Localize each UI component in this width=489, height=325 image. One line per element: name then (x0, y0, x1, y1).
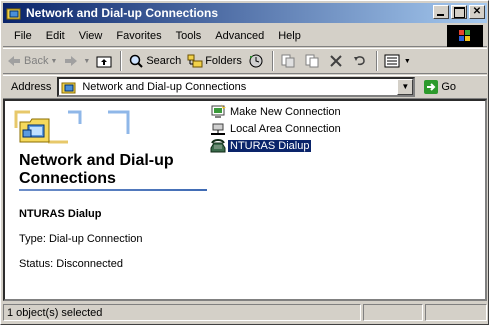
list-item-local-area-connection[interactable]: Local Area Connection (210, 120, 343, 137)
search-icon (128, 53, 144, 69)
delete-button[interactable] (325, 50, 349, 72)
go-label: Go (441, 81, 457, 93)
back-button[interactable]: Back ▼ (3, 50, 60, 72)
history-button[interactable] (245, 50, 269, 72)
forward-dropdown-icon[interactable]: ▼ (83, 58, 90, 65)
delete-x-icon (328, 53, 344, 69)
status-panel (363, 304, 423, 321)
menu-edit[interactable]: Edit (39, 30, 72, 42)
move-to-button[interactable] (277, 50, 301, 72)
selected-item-status: Status: Disconnected (19, 258, 123, 270)
menu-bar: File Edit View Favorites Tools Advanced … (3, 25, 487, 47)
menu-advanced[interactable]: Advanced (208, 30, 271, 42)
pane-divider (19, 189, 207, 191)
pane-title: Network and Dial-up Connections (19, 152, 174, 187)
menu-help[interactable]: Help (271, 30, 308, 42)
network-connections-folder-icon (19, 118, 50, 143)
folders-button[interactable]: Folders (184, 50, 245, 72)
window-title: Network and Dial-up Connections (26, 6, 219, 20)
content-area: Network and Dial-up Connections NTURAS D… (3, 99, 487, 301)
history-icon (248, 53, 264, 69)
address-input[interactable]: Network and Dial-up Connections ▼ (57, 77, 416, 97)
folders-label: Folders (205, 55, 242, 67)
back-dropdown-icon[interactable]: ▼ (50, 58, 57, 65)
status-text: 1 object(s) selected (3, 304, 361, 321)
list-item-nturas-dialup[interactable]: NTURAS Dialup (210, 137, 343, 154)
dialup-connection-icon (210, 138, 226, 154)
toolbar-separator (271, 51, 274, 71)
toolbar-separator (375, 51, 378, 71)
undo-icon (352, 53, 368, 69)
back-arrow-icon (6, 53, 22, 69)
list-item-make-new-connection[interactable]: Make New Connection (210, 103, 343, 120)
maximize-button[interactable] (451, 5, 467, 19)
local-area-connection-icon (210, 121, 226, 137)
menu-tools[interactable]: Tools (169, 30, 209, 42)
toolbar: Back ▼ ▼ Search Folders ▼ (3, 48, 487, 74)
views-icon (384, 53, 400, 69)
up-folder-button[interactable] (93, 50, 117, 72)
back-label: Back (24, 55, 49, 67)
menu-file[interactable]: File (3, 30, 39, 42)
views-button[interactable]: ▼ (381, 50, 414, 72)
folders-icon (187, 53, 203, 69)
title-bar[interactable]: Network and Dial-up Connections ✕ (3, 3, 487, 23)
status-bar: 1 object(s) selected (3, 303, 487, 322)
close-button[interactable]: ✕ (469, 5, 485, 19)
go-arrow-icon (423, 79, 439, 95)
status-panel (425, 304, 487, 321)
make-new-connection-icon (210, 103, 226, 120)
network-folder-icon (61, 79, 77, 95)
item-label: Local Area Connection (230, 122, 341, 135)
views-dropdown-icon[interactable]: ▼ (404, 58, 411, 65)
menu-favorites[interactable]: Favorites (109, 30, 168, 42)
search-label: Search (146, 55, 182, 67)
address-label: Address (11, 81, 52, 93)
item-label: Make New Connection (230, 105, 341, 118)
network-folder-icon (6, 5, 22, 21)
undo-button[interactable] (349, 50, 373, 72)
toolbar-separator (120, 51, 123, 71)
connections-list: Make New Connection Local Area Connectio… (210, 103, 343, 154)
address-bar: Address Network and Dial-up Connections … (3, 75, 487, 99)
move-to-icon (280, 53, 296, 69)
selected-item-name: NTURAS Dialup (19, 208, 102, 220)
go-button[interactable]: Go (423, 79, 456, 95)
selected-item-type: Type: Dial-up Connection (19, 233, 143, 245)
menu-view[interactable]: View (72, 30, 110, 42)
windows-logo-icon (447, 25, 483, 47)
address-dropdown-icon[interactable]: ▼ (397, 79, 414, 95)
explorer-window: Network and Dial-up Connections ✕ File E… (0, 0, 489, 325)
forward-button[interactable]: ▼ (60, 50, 93, 72)
minimize-button[interactable] (433, 5, 449, 19)
item-label: NTURAS Dialup (228, 139, 312, 152)
copy-to-icon (304, 53, 320, 69)
info-pane: Network and Dial-up Connections NTURAS D… (5, 101, 215, 299)
search-button[interactable]: Search (125, 50, 184, 72)
copy-to-button[interactable] (301, 50, 325, 72)
forward-arrow-icon (63, 53, 79, 69)
up-folder-icon (96, 53, 112, 69)
address-value: Network and Dial-up Connections (82, 81, 247, 93)
